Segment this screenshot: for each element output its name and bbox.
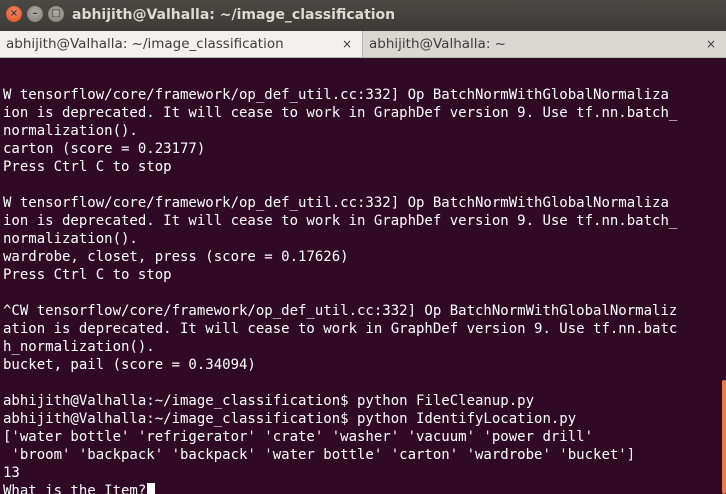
maximize-icon: □ (51, 8, 61, 19)
terminal-line: wardrobe, closet, press (score = 0.17626… (3, 249, 349, 265)
text-cursor (147, 483, 156, 494)
terminal-line: ^CW tensorflow/core/framework/op_def_uti… (3, 303, 678, 319)
close-window-button[interactable]: × (6, 6, 22, 22)
terminal-line: ion is deprecated. It will cease to work… (3, 105, 678, 121)
terminal-line: W tensorflow/core/framework/op_def_util.… (3, 195, 669, 211)
minimize-icon: – (32, 8, 38, 19)
terminal-lines: W tensorflow/core/framework/op_def_util.… (3, 86, 677, 494)
terminal-line: abhijith@Valhalla:~/image_classification… (3, 411, 577, 427)
terminal-line: normalization(). (3, 123, 138, 139)
window-title: abhijith@Valhalla: ~/image_classificatio… (72, 7, 396, 23)
tab-bar: abhijith@Valhalla: ~/image_classificatio… (0, 31, 726, 58)
scrollbar[interactable] (722, 380, 726, 494)
tab-home[interactable]: abhijith@Valhalla: ~ × (363, 31, 726, 57)
title-bar[interactable]: × – □ abhijith@Valhalla: ~/image_classif… (0, 0, 726, 32)
terminal-window: × – □ abhijith@Valhalla: ~/image_classif… (0, 0, 726, 494)
terminal-line: normalization(). (3, 231, 138, 247)
terminal-line: 13 (3, 465, 20, 481)
minimize-window-button[interactable]: – (27, 6, 43, 22)
tab-label: abhijith@Valhalla: ~/image_classificatio… (6, 36, 284, 52)
terminal-line: ation is deprecated. It will cease to wo… (3, 321, 678, 337)
terminal-line: ['water bottle' 'refrigerator' 'crate' '… (3, 429, 594, 445)
terminal-line: carton (score = 0.23177) (3, 141, 206, 157)
close-icon: × (9, 8, 19, 19)
terminal-line: 'broom' 'backpack' 'backpack' 'water bot… (3, 447, 636, 463)
tab-close-icon[interactable]: × (342, 31, 352, 57)
terminal-line: W tensorflow/core/framework/op_def_util.… (3, 87, 669, 103)
terminal-line: What is the Item? (3, 482, 677, 494)
terminal-line: Press Ctrl C to stop (3, 159, 172, 175)
maximize-window-button[interactable]: □ (48, 6, 64, 22)
terminal-line: ion is deprecated. It will cease to work… (3, 213, 678, 229)
terminal-line: h_normalization(). (3, 339, 155, 355)
terminal-output[interactable]: W tensorflow/core/framework/op_def_util.… (0, 58, 726, 494)
terminal-line: abhijith@Valhalla:~/image_classification… (3, 393, 535, 409)
tab-image-classification[interactable]: abhijith@Valhalla: ~/image_classificatio… (0, 31, 363, 57)
tab-close-icon[interactable]: × (706, 31, 716, 57)
terminal-line: Press Ctrl C to stop (3, 267, 172, 283)
terminal-line: bucket, pail (score = 0.34094) (3, 357, 256, 373)
tab-label: abhijith@Valhalla: ~ (369, 36, 506, 52)
